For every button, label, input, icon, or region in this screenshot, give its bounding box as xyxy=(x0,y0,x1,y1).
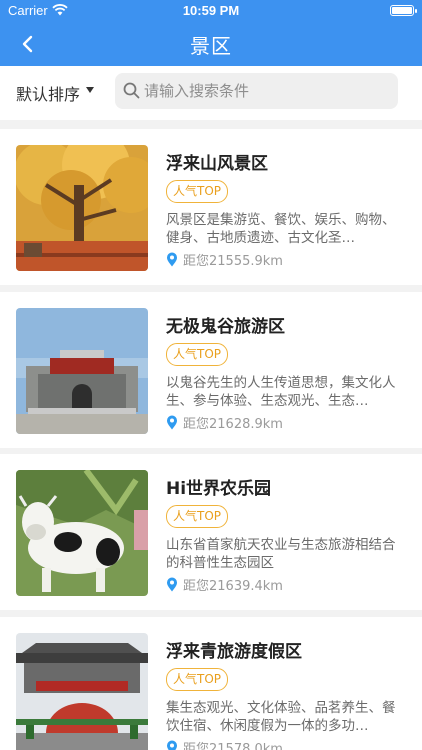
popularity-badge: 人气TOP xyxy=(166,343,229,366)
spot-name: 无极鬼谷旅游区 xyxy=(166,317,285,337)
search-input[interactable] xyxy=(144,79,389,103)
popularity-badge: 人气TOP xyxy=(166,505,229,528)
spot-name: 浮来山风景区 xyxy=(166,154,268,174)
spot-image xyxy=(16,470,148,596)
popularity-badge: 人气TOP xyxy=(166,668,229,691)
spot-card[interactable]: 无极鬼谷旅游区 人气TOP 以鬼谷先生的人生传道思想，集文化人生、参与体验、生态… xyxy=(0,292,422,448)
spot-card[interactable]: Hi世界农乐园 人气TOP 山东省首家航天农业与生态旅游相结合的科普性生态园区 … xyxy=(0,454,422,610)
location-pin-icon xyxy=(167,415,177,430)
spot-description: 集生态观光、文化体验、品茗养生、餐饮住宿、休闲度假为一体的多功… xyxy=(166,700,396,734)
distance-label: 距您21639.4km xyxy=(183,579,283,594)
caret-down-icon[interactable] xyxy=(86,87,94,93)
spot-description: 以鬼谷先生的人生传道思想，集文化人生、参与体验、生态观光、生态… xyxy=(166,375,396,409)
sort-dropdown[interactable]: 默认排序 xyxy=(16,81,80,105)
location-pin-icon xyxy=(167,252,177,267)
popularity-badge: 人气TOP xyxy=(166,180,229,203)
filter-bar: 默认排序 xyxy=(0,66,422,120)
nav-header: Carrier 10:59 PM 景区 xyxy=(0,0,422,66)
distance-label: 距您21578.0km xyxy=(183,742,283,750)
spot-name: 浮来青旅游度假区 xyxy=(166,642,302,662)
distance-label: 距您21555.9km xyxy=(183,254,283,269)
spot-description: 山东省首家航天农业与生态旅游相结合的科普性生态园区 xyxy=(166,537,396,571)
spot-image xyxy=(16,145,148,271)
spot-name: Hi世界农乐园 xyxy=(166,479,272,499)
search-icon xyxy=(123,82,140,103)
spot-description: 风景区是集游览、餐饮、娱乐、购物、健身、古地质遗迹、古文化圣… xyxy=(166,212,396,246)
page-title: 景区 xyxy=(190,34,232,58)
spot-image xyxy=(16,633,148,750)
battery-icon xyxy=(390,5,417,16)
location-pin-icon xyxy=(167,577,177,592)
spot-card[interactable]: 浮来青旅游度假区 人气TOP 集生态观光、文化体验、品茗养生、餐饮住宿、休闲度假… xyxy=(0,617,422,750)
status-time: 10:59 PM xyxy=(182,3,240,18)
spot-image xyxy=(16,308,148,434)
distance-label: 距您21628.9km xyxy=(183,417,283,432)
spot-card[interactable]: 浮来山风景区 人气TOP 风景区是集游览、餐饮、娱乐、购物、健身、古地质遗迹、古… xyxy=(0,129,422,285)
location-pin-icon xyxy=(167,740,177,750)
status-bar: Carrier 10:59 PM xyxy=(0,0,422,22)
